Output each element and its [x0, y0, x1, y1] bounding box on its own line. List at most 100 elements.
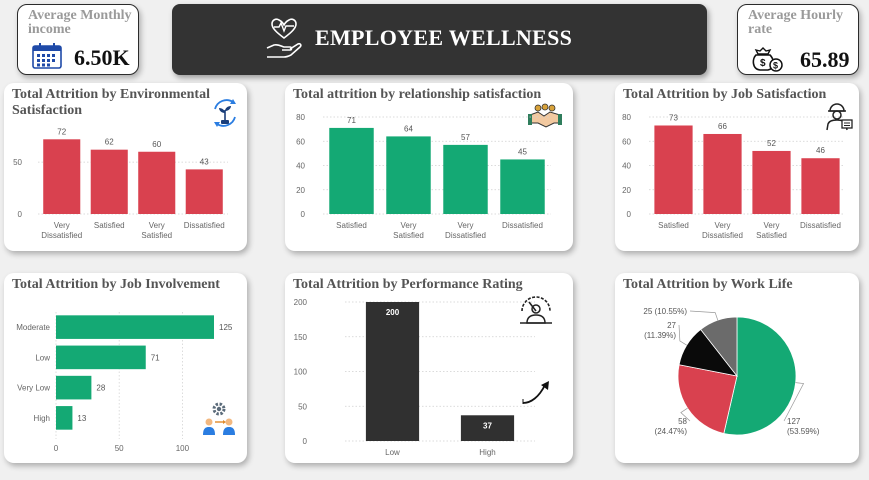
- wl-data-label: 127: [787, 417, 801, 426]
- wl-data-percent: (24.47%): [655, 427, 688, 436]
- perf-category-label: High: [479, 448, 495, 457]
- env-bar: [138, 151, 176, 214]
- job-category-label: Very Dissatisfied: [702, 221, 743, 240]
- inv-xtick-label: 0: [54, 444, 59, 453]
- chart-perf-plot: 0 50 100 150 200 200 Low 37 High: [294, 298, 535, 457]
- env-data-label: 43: [200, 157, 209, 166]
- env-category-label: Very Dissatisfied: [41, 221, 82, 240]
- env-bar: [43, 139, 81, 214]
- rel-bar: [329, 127, 374, 214]
- inv-data-label: 28: [96, 384, 105, 393]
- env-data-label: 60: [152, 140, 161, 149]
- job-category-label: Satisfied: [658, 221, 689, 230]
- inv-bar: [56, 315, 214, 339]
- env-bar: [90, 149, 128, 214]
- perf-ytick-label: 150: [294, 333, 308, 342]
- perf-bar: [365, 302, 420, 441]
- chart-card-performance-rating: Total Attrition by Performance Rating 05…: [285, 273, 573, 463]
- chart-env-plot: 0 50 72 Very Dissatisfied 62 Satisfied 60 Very Sa…: [13, 127, 228, 240]
- chart-card-relationship-satisfaction: Total attrition by relationship satisfac…: [285, 83, 573, 251]
- job-bar: [801, 158, 840, 214]
- inv-bar: [56, 345, 146, 370]
- job-data-label: 52: [767, 139, 776, 148]
- perf-category-label: Low: [385, 448, 400, 457]
- rel-category-label: Very Dissatisfied: [445, 221, 486, 240]
- rel-data-label: 57: [461, 133, 470, 142]
- rel-category-label: Dissatisfied: [502, 221, 543, 230]
- env-data-label: 62: [105, 138, 114, 147]
- perf-ytick-label: 100: [294, 368, 308, 377]
- job-bar: [654, 125, 693, 214]
- inv-category-label: High: [34, 414, 50, 423]
- wl-data-percent: (11.39%): [644, 331, 676, 340]
- dashboard-title: EMPLOYEE WELLNESS: [315, 25, 573, 50]
- job-ytick-label: 60: [622, 137, 631, 146]
- job-data-label: 73: [669, 113, 678, 122]
- rel-ytick-label: 60: [296, 137, 305, 146]
- rel-bar: [500, 159, 545, 214]
- inv-data-label: 13: [77, 414, 86, 423]
- rel-ytick-label: 80: [296, 113, 305, 122]
- rel-ytick-label: 0: [301, 210, 306, 219]
- chart-rel-plot: 0 20 40 60 80 71 Satisfied 64 Very Satisfied 57 Ver…: [296, 113, 551, 240]
- kpi-card-monthly-income: Average Monthly income 6.50K: [17, 4, 139, 75]
- kpi-card-hourly-rate: Average Hourly rate $ $ 65.89: [737, 4, 859, 75]
- inv-category-label: Moderate: [16, 323, 50, 332]
- inv-data-label: 71: [151, 353, 160, 362]
- job-bar: [703, 133, 742, 214]
- inv-category-label: Very Low: [17, 384, 50, 393]
- inv-xtick-label: 100: [176, 444, 190, 453]
- perf-data-label: 200: [386, 308, 400, 317]
- svg-text:$: $: [773, 61, 778, 71]
- job-category-label: Dissatisfied: [800, 221, 841, 230]
- inv-category-label: Low: [35, 353, 50, 362]
- wl-data-label: 27: [667, 321, 676, 330]
- perf-data-label: 37: [483, 421, 492, 430]
- dashboard-banner: EMPLOYEE WELLNESS: [172, 4, 707, 75]
- env-category-label: Satisfied: [94, 221, 125, 230]
- rel-data-label: 45: [518, 147, 527, 156]
- inv-bar: [56, 375, 92, 400]
- rel-category-label: Very Satisfied: [393, 221, 424, 240]
- wl-data-percent: (53.59%): [787, 427, 820, 436]
- chart-wl-plot: 127(53.59%) 58(24.47%) 27(11.39%) 25 (10.55…: [643, 307, 820, 436]
- job-category-label: Very Satisfied: [756, 221, 787, 240]
- env-bar: [185, 169, 223, 214]
- chart-card-job-satisfaction: Total Attrition by Job Satisfaction 0 20 4…: [615, 83, 859, 251]
- rel-category-label: Satisfied: [336, 221, 367, 230]
- perf-ytick-label: 50: [298, 402, 307, 411]
- job-ytick-label: 80: [622, 113, 631, 122]
- kpi-value-hourly-rate: 65.89: [800, 47, 850, 72]
- chart-inv-plot: 0 50 100 125 Moderate 71 Low 28 Very Low 13 High: [16, 312, 233, 453]
- kpi-title-hourly-rate: Average Hourly rate: [748, 8, 843, 37]
- chart-job-plot: 0 20 40 60 80 73 Satisfied 66 Very Dissatisfied 52…: [622, 113, 845, 240]
- env-ytick-label: 0: [18, 210, 23, 219]
- env-ytick-label: 50: [13, 158, 22, 167]
- job-ytick-label: 20: [622, 186, 631, 195]
- env-category-label: Dissatisfied: [184, 221, 225, 230]
- wl-leader-line: [678, 324, 687, 346]
- wl-data-label: 58: [678, 417, 687, 426]
- wl-data-label: 25 (10.55%): [643, 307, 687, 316]
- chart-card-work-life: Total Attrition by Work Life 127 (53.59%)…: [615, 273, 859, 463]
- inv-bar: [56, 406, 73, 430]
- kpi-title-monthly-income: Average Monthly income: [28, 8, 132, 37]
- rel-ytick-label: 20: [296, 186, 305, 195]
- rel-data-label: 64: [404, 124, 413, 133]
- rel-bar: [386, 136, 431, 214]
- job-ytick-label: 0: [627, 210, 632, 219]
- wl-leader-line: [689, 310, 719, 321]
- perf-ytick-label: 200: [294, 298, 308, 307]
- job-data-label: 46: [816, 146, 825, 155]
- job-bar: [752, 150, 791, 214]
- env-category-label: Very Satisfied: [141, 221, 172, 240]
- env-data-label: 72: [57, 127, 66, 136]
- rel-ytick-label: 40: [296, 162, 305, 171]
- job-data-label: 66: [718, 122, 727, 131]
- svg-text:$: $: [760, 58, 766, 69]
- rel-data-label: 71: [347, 116, 356, 125]
- inv-xtick-label: 50: [115, 444, 124, 453]
- chart-card-environmental-satisfaction: Total Attrition by Environmental Satisfa…: [4, 83, 247, 251]
- inv-data-label: 125: [219, 323, 233, 332]
- job-ytick-label: 40: [622, 162, 631, 171]
